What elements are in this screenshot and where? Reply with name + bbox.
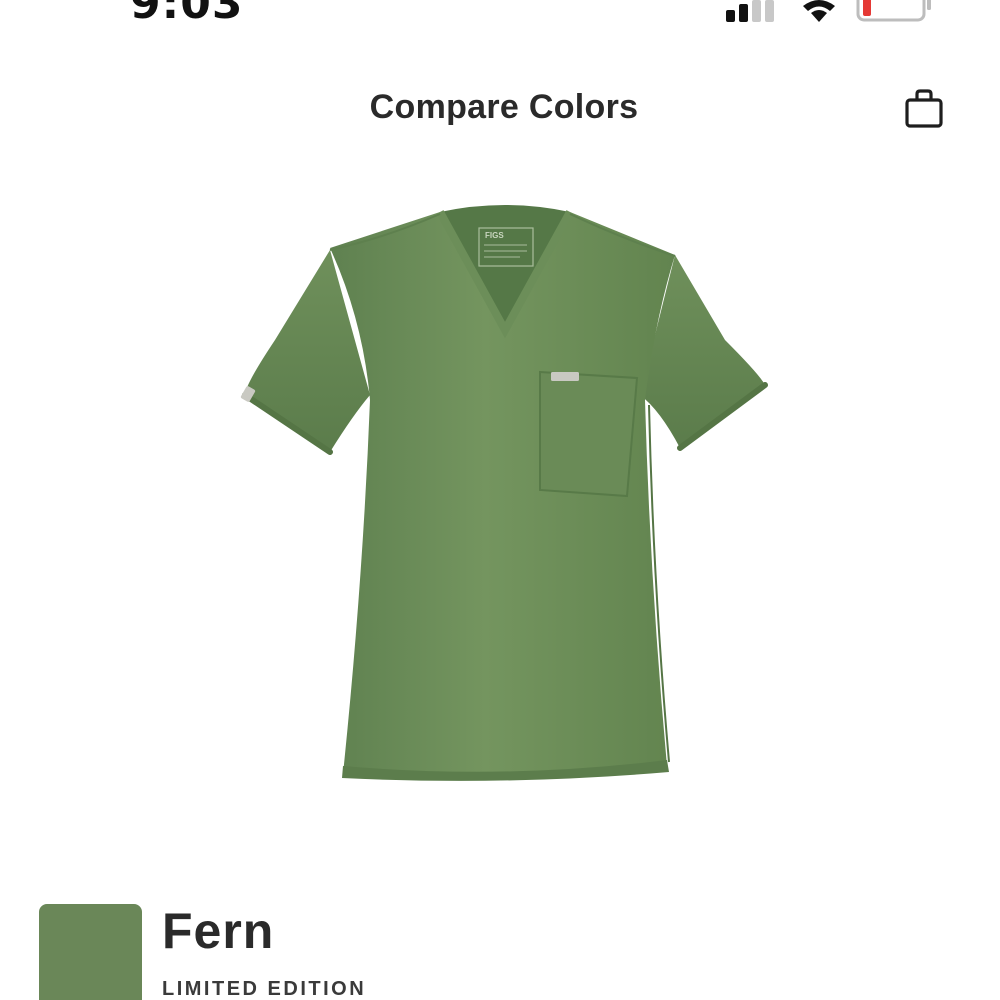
neck-label-text: FIGS [485, 231, 504, 240]
battery-low-icon [856, 0, 931, 22]
shopping-bag-button[interactable] [900, 88, 948, 132]
color-name: Fern [162, 903, 275, 959]
scrub-top-image: FIGS [240, 205, 768, 781]
shopping-bag-icon [905, 89, 943, 128]
wifi-icon [803, 0, 835, 22]
limited-edition-badge: LIMITED EDITION [162, 978, 367, 1000]
color-swatch-fern[interactable] [39, 904, 142, 1000]
compare-colors-screen: 9:03 Compare Colors FIGS Fern LIMITED ED… [0, 0, 1000, 1000]
status-time: 9:03 [130, 0, 244, 29]
page-title: Compare Colors [369, 88, 639, 126]
cellular-signal-icon [726, 0, 774, 22]
